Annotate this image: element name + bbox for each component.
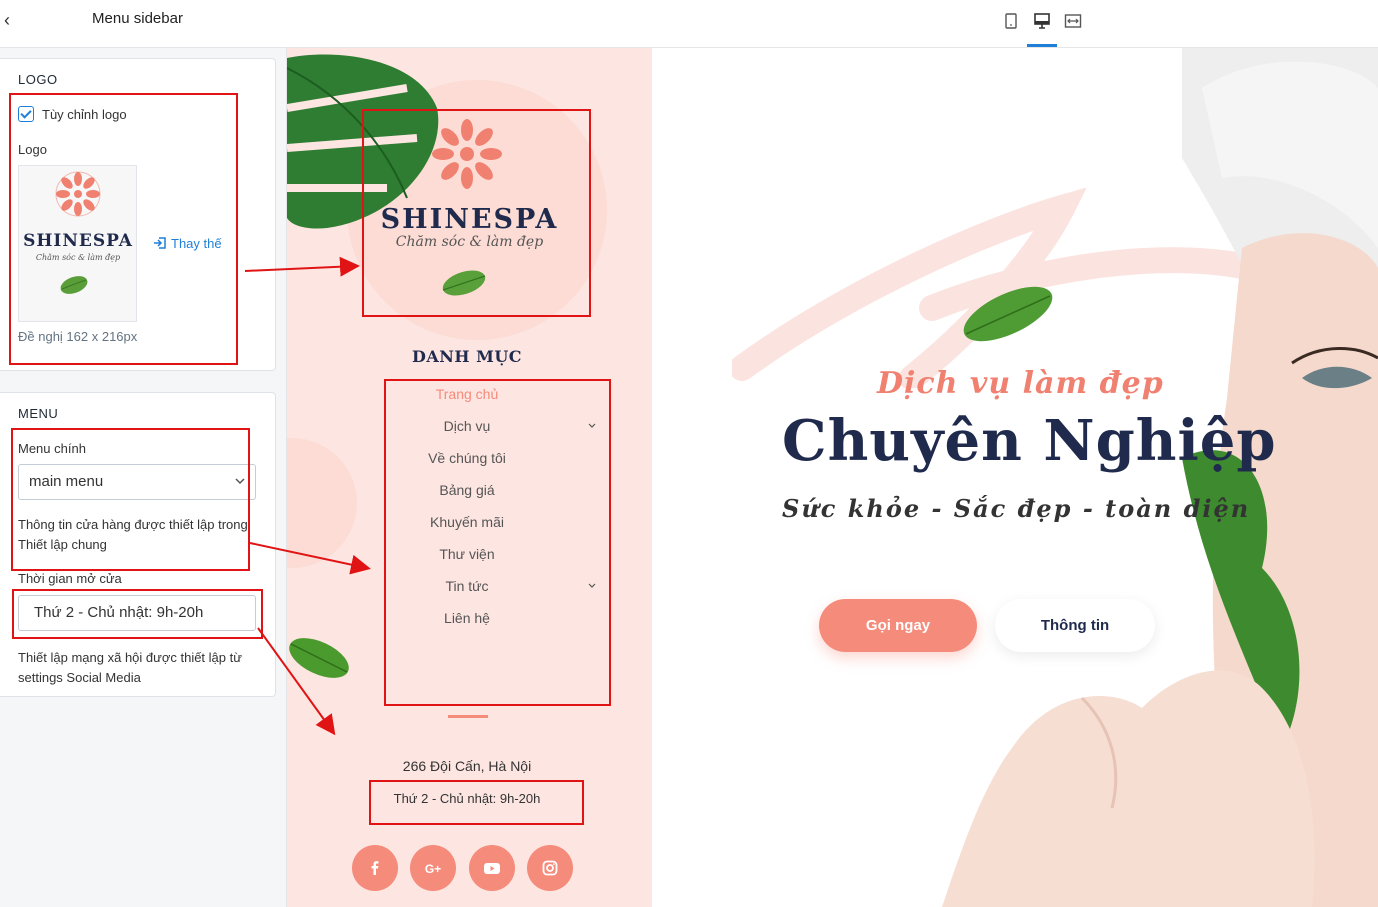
logo-preview-image: SHINESPA Chăm sóc & làm đẹp [23, 171, 133, 294]
leaf-image [963, 286, 1053, 342]
model-photo [942, 48, 1378, 907]
svg-text:G+: G+ [425, 862, 441, 876]
logo-thumbnail[interactable]: SHINESPA Chăm sóc & làm đẹp [18, 165, 137, 322]
panel-header: ‹ Menu sidebar [0, 0, 287, 48]
call-now-button[interactable]: Gọi ngay [819, 599, 977, 652]
opening-hours-label: Thời gian mở cửa [18, 571, 122, 586]
replace-logo-button[interactable]: Thay thế [153, 236, 222, 251]
leaf-image [442, 270, 486, 296]
youtube-icon [484, 863, 500, 874]
menu-section: MENU Menu chính main menu Thông tin cửa … [0, 392, 276, 697]
nav-item-about[interactable]: Về chúng tôi [387, 450, 547, 466]
divider [448, 715, 488, 718]
svg-text:SHINESPA: SHINESPA [23, 231, 133, 251]
settings-panel: ‹ Menu sidebar LOGO Tùy chỉnh logo Logo [0, 0, 287, 907]
leaf-image [289, 638, 349, 678]
preview-sidebar: SHINESPA Chăm sóc & làm đẹp DANH MỤC Tra… [287, 48, 652, 907]
hero-subtitle: Sức khỏe - Sắc đẹp - toàn diện [782, 494, 1251, 523]
panel-title: Menu sidebar [92, 10, 183, 27]
brand-emblem-icon [432, 119, 502, 189]
custom-logo-label: Tùy chỉnh logo [42, 107, 127, 122]
chevron-down-icon[interactable] [587, 581, 597, 591]
opening-hours-input[interactable]: Thứ 2 - Chủ nhật: 9h-20h [18, 595, 256, 631]
preview-toolbar [287, 0, 1378, 48]
instagram-button[interactable] [527, 845, 573, 891]
hero-script-title: Dịch vụ làm đẹp [877, 366, 1164, 401]
facebook-icon [371, 861, 379, 875]
nav-item-news[interactable]: Tin tức [387, 578, 547, 594]
main-menu-select[interactable]: main menu [18, 464, 256, 500]
chevron-down-icon [235, 478, 245, 485]
store-hours: Thứ 2 - Chủ nhật: 9h-20h [393, 791, 541, 806]
replace-icon [154, 237, 166, 249]
nav-item-services[interactable]: Dịch vụ [387, 418, 547, 434]
hero-banner: Dịch vụ làm đẹp Chuyên Nghiệp Sức khỏe -… [652, 48, 1378, 907]
logo-field-label: Logo [18, 142, 47, 157]
category-heading: DANH MỤC [412, 347, 522, 366]
brand-tagline: Chăm sóc & làm đẹp [395, 234, 544, 250]
main-menu-label: Menu chính [18, 441, 86, 456]
google-plus-button[interactable]: G+ [410, 845, 456, 891]
nav-item-home[interactable]: Trang chủ [387, 386, 547, 402]
store-address: 266 Đội Cấn, Hà Nội [402, 758, 532, 774]
google-plus-icon: G+ [425, 862, 441, 876]
desktop-icon[interactable] [1033, 12, 1051, 30]
nav-item-promotions[interactable]: Khuyến mãi [387, 514, 547, 530]
logo-size-hint: Đề nghị 162 x 216px [18, 329, 138, 344]
nav-item-pricing[interactable]: Bảng giá [387, 482, 547, 498]
info-button[interactable]: Thông tin [995, 599, 1155, 652]
mobile-icon[interactable] [1002, 12, 1020, 30]
menu-section-title: MENU [18, 406, 59, 421]
active-view-indicator [1027, 44, 1057, 47]
brand-name: SHINESPA [380, 204, 559, 235]
logo-section-title: LOGO [18, 72, 58, 87]
instagram-icon [542, 860, 558, 876]
youtube-button[interactable] [469, 845, 515, 891]
social-info-text: Thiết lập mạng xã hội được thiết lập từ … [18, 650, 242, 685]
nav-item-gallery[interactable]: Thư viện [387, 546, 547, 562]
hero-title: Chuyên Nghiệp [782, 408, 1277, 474]
logo-section: LOGO Tùy chỉnh logo Logo SHINESPA Chăm s… [0, 58, 276, 371]
main-menu-value: main menu [29, 473, 104, 490]
chevron-down-icon[interactable] [587, 421, 597, 431]
replace-logo-label: Thay thế [171, 236, 222, 251]
svg-text:Chăm sóc & làm đẹp: Chăm sóc & làm đẹp [36, 253, 120, 262]
nav-item-contact[interactable]: Liên hệ [387, 610, 547, 626]
facebook-button[interactable] [352, 845, 398, 891]
store-info-text: Thông tin cửa hàng được thiết lập trong … [18, 517, 248, 552]
custom-logo-checkbox[interactable] [18, 106, 34, 122]
fullwidth-icon[interactable] [1064, 12, 1082, 30]
decorative-circle [287, 438, 357, 568]
